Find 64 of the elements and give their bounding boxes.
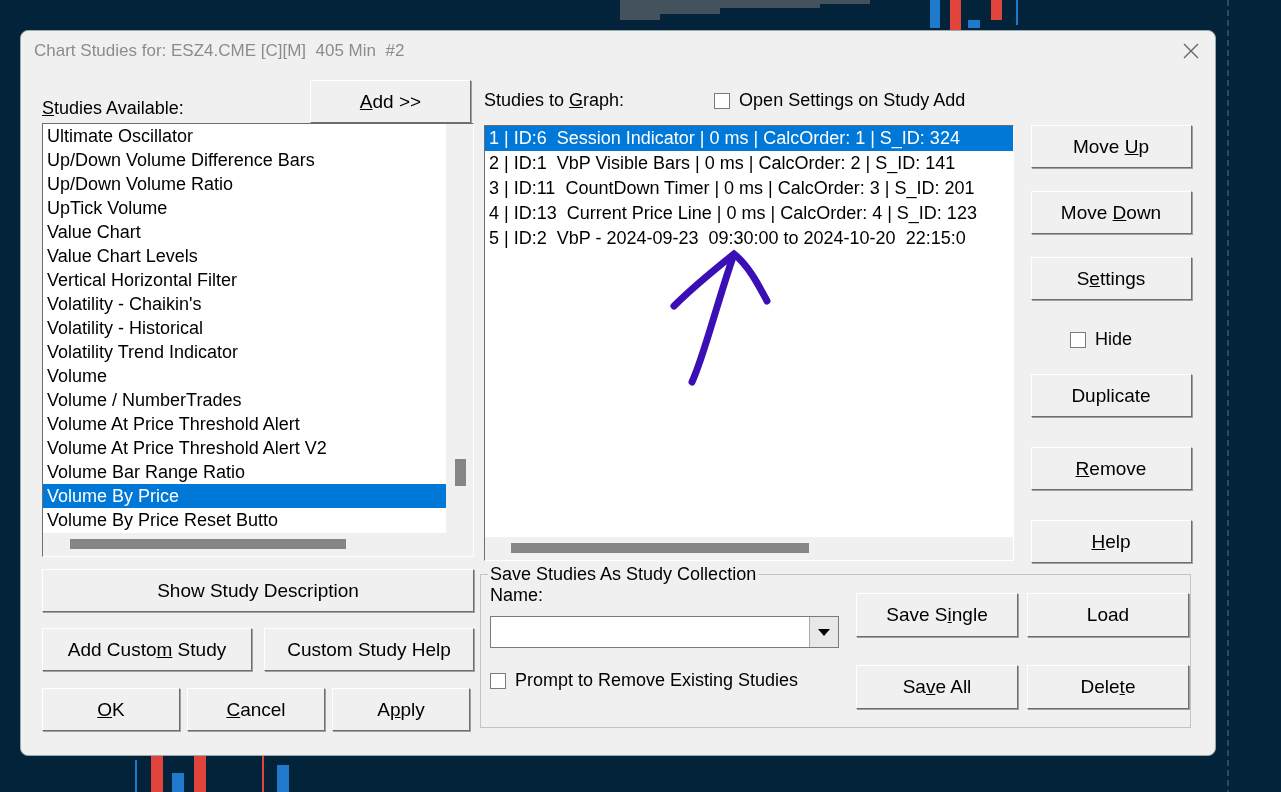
- list-item[interactable]: Volume By Price Reset Butto: [43, 508, 447, 532]
- candle: [194, 755, 206, 792]
- side-button[interactable]: Remove: [1030, 447, 1192, 490]
- checkbox-label: Prompt to Remove Existing Studies: [515, 670, 799, 691]
- checkbox[interactable]: [1070, 331, 1086, 348]
- checkbox[interactable]: [490, 672, 506, 689]
- checkbox-label: Open Settings on Study Add: [739, 90, 966, 111]
- custom-study-button[interactable]: Add Custom Study: [42, 628, 252, 671]
- list-item[interactable]: Value Chart: [43, 220, 447, 244]
- side-button[interactable]: Move Down: [1030, 191, 1192, 234]
- list-item[interactable]: Volume At Price Threshold Alert: [43, 412, 447, 436]
- list-item[interactable]: UpTick Volume: [43, 196, 447, 220]
- close-icon[interactable]: [1181, 41, 1201, 61]
- checkbox[interactable]: [714, 92, 731, 109]
- list-item[interactable]: Up/Down Volume Difference Bars: [43, 148, 447, 172]
- checkbox-label: Hide: [1095, 329, 1132, 350]
- list-item[interactable]: Volume At Price Threshold Alert V2: [43, 436, 447, 460]
- list-item[interactable]: Volatility Trend Indicator: [43, 340, 447, 364]
- list-item[interactable]: 5 | ID:2 VbP - 2024-09-23 09:30:00 to 2024-10-20 22:15:0: [485, 226, 1013, 251]
- add-button[interactable]: Add >>: [310, 80, 471, 123]
- scrollbar[interactable]: [446, 124, 473, 533]
- list-item[interactable]: Vertical Horizontal Filter: [43, 268, 447, 292]
- scrollbar[interactable]: [485, 537, 1013, 560]
- list-item[interactable]: 3 | ID:11 CountDown Timer | 0 ms | CalcOrder: 3 | S_ID: 201: [485, 176, 1013, 201]
- candle: [950, 0, 961, 30]
- list-item[interactable]: Volume By Price: [43, 484, 447, 508]
- dialog-button[interactable]: Cancel: [187, 688, 325, 731]
- dialog-button[interactable]: OK: [42, 688, 180, 731]
- list-item[interactable]: Volatility - Historical: [43, 316, 447, 340]
- list-label: Studies Available:: [42, 98, 184, 119]
- side-button[interactable]: Move Up: [1030, 125, 1192, 168]
- list-item[interactable]: Volatility - Chaikin's: [43, 292, 447, 316]
- list-item[interactable]: Value Chart Levels: [43, 244, 447, 268]
- custom-help-button[interactable]: Custom Study Help: [264, 628, 474, 671]
- candle: [991, 0, 1002, 20]
- dropdown-icon[interactable]: [809, 617, 838, 647]
- list-item[interactable]: 4 | ID:13 Current Price Line | 0 ms | CalcOrder: 4 | S_ID: 123: [485, 201, 1013, 226]
- list-item[interactable]: 2 | ID:1 VbP Visible Bars | 0 ms | CalcOrder: 2 | S_ID: 141: [485, 151, 1013, 176]
- candle: [172, 773, 184, 792]
- list-item[interactable]: 1 | ID:6 Session Indicator | 0 ms | CalcOrder: 1 | S_ID: 324: [485, 126, 1013, 151]
- side-button[interactable]: Help: [1030, 520, 1192, 563]
- name-combobox[interactable]: [490, 616, 839, 648]
- list-label: Studies to Graph:: [484, 90, 625, 111]
- collection-button[interactable]: Save Single: [856, 593, 1018, 637]
- collection-button[interactable]: Save All: [856, 665, 1018, 709]
- list-item[interactable]: Volume: [43, 364, 447, 388]
- field-label: Name:: [490, 585, 544, 606]
- list-item[interactable]: Volume Bar Range Ratio: [43, 460, 447, 484]
- description-button[interactable]: Show Study Description: [42, 569, 474, 612]
- list-item[interactable]: Volume / NumberTrades: [43, 388, 447, 412]
- group-title: Save Studies As Study Collection: [489, 564, 758, 585]
- side-button[interactable]: Duplicate: [1030, 374, 1192, 417]
- candle: [930, 0, 940, 28]
- collection-button[interactable]: Load: [1027, 593, 1189, 637]
- candle: [968, 20, 980, 28]
- list-item[interactable]: Up/Down Volume Ratio: [43, 172, 447, 196]
- side-button[interactable]: Settings: [1030, 257, 1192, 300]
- window-title: Chart Studies for: ESZ4.CME [C][M] 405 Min #2: [34, 41, 405, 61]
- scrollbar[interactable]: [43, 533, 473, 556]
- candle: [277, 765, 289, 792]
- collection-button[interactable]: Delete: [1027, 665, 1189, 709]
- list-item[interactable]: Ultimate Oscillator: [43, 124, 447, 148]
- candle: [151, 755, 163, 792]
- dialog-button[interactable]: Apply: [332, 688, 470, 731]
